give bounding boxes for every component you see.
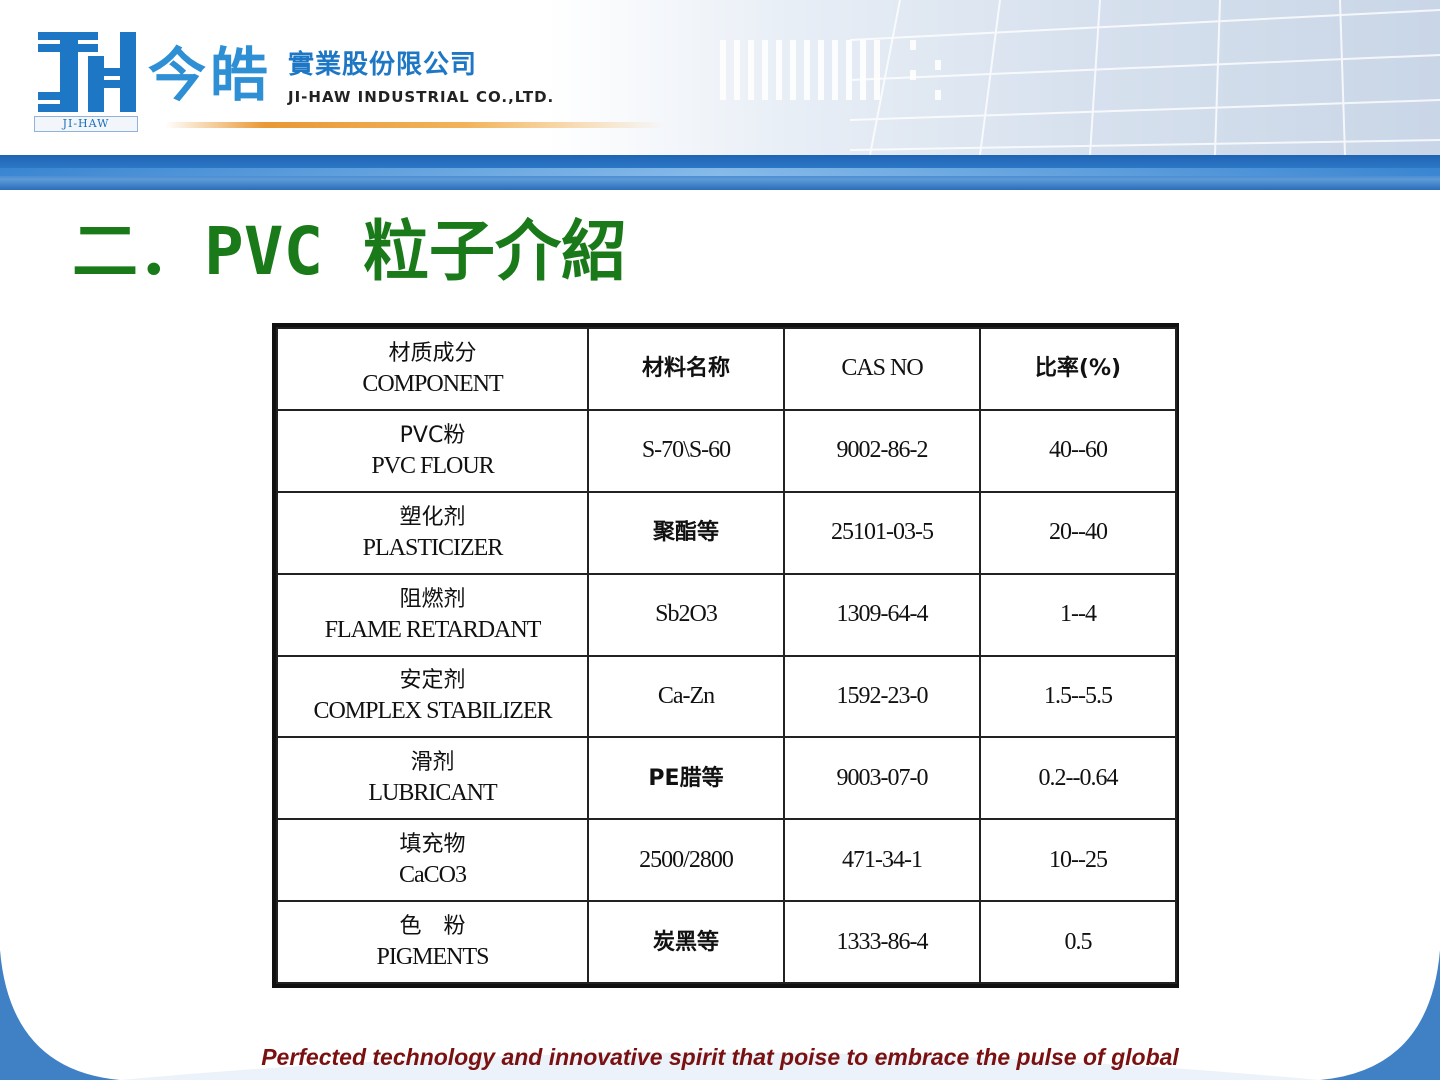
component-cell: 塑化剂 PLASTICIZER xyxy=(276,490,589,575)
component-cell: 滑剂 LUBRICANT xyxy=(276,736,589,821)
ratio-cell: 0.5 xyxy=(979,900,1177,984)
header-component: 材质成分 COMPONENT xyxy=(276,327,589,411)
component-cn: 阻燃剂 xyxy=(399,586,466,612)
material-cell: 聚酯等 xyxy=(587,490,785,575)
company-name-chinese: 實業股份限公司 xyxy=(288,50,478,80)
header-material: 材料名称 xyxy=(587,327,785,411)
table-row: 滑剂 LUBRICANT PE腊等 9003-07-0 0.2--0.64 xyxy=(276,736,1177,821)
component-en: PVC FLOUR xyxy=(371,452,494,479)
header-component-en: COMPONENT xyxy=(362,370,503,397)
jh-logo-icon xyxy=(38,32,136,112)
table-row: 塑化剂 PLASTICIZER 聚酯等 25101-03-5 20--40 xyxy=(276,490,1177,575)
logo-subtitle: JI-HAW xyxy=(34,116,138,132)
company-name-english: JI-HAW INDUSTRIAL CO.,LTD. xyxy=(288,88,555,106)
component-en: FLAME RETARDANT xyxy=(324,616,542,643)
component-cn: 安定剂 xyxy=(399,668,466,694)
ratio-cell: 1--4 xyxy=(979,572,1177,657)
component-en: COMPLEX STABILIZER xyxy=(313,698,552,725)
orange-accent-line xyxy=(165,122,665,128)
component-cn: 色 粉 xyxy=(399,914,466,940)
material-cell: 2500/2800 xyxy=(587,818,785,903)
brand-name-chinese: 今皓 xyxy=(148,41,273,109)
component-en: CaCO3 xyxy=(399,862,467,889)
table-row: 安定剂 COMPLEX STABILIZER Ca-Zn 1592-23-0 1… xyxy=(276,654,1177,739)
component-en: LUBRICANT xyxy=(368,780,497,807)
component-cn: PVC粉 xyxy=(399,422,466,448)
header-ratio: 比率(%) xyxy=(979,327,1177,411)
table-row: 阻燃剂 FLAME RETARDANT Sb2O3 1309-64-4 1--4 xyxy=(276,572,1177,657)
component-cell: PVC粉 PVC FLOUR xyxy=(276,408,589,493)
cas-cell: 471-34-1 xyxy=(783,818,981,903)
component-en: PIGMENTS xyxy=(376,944,489,971)
material-cell: 炭黑等 xyxy=(587,900,785,984)
table-row: 色 粉 PIGMENTS 炭黑等 1333-86-4 0.5 xyxy=(276,900,1177,984)
material-cell: Sb2O3 xyxy=(587,572,785,657)
footer-slogan: Perfected technology and innovative spir… xyxy=(261,1044,1179,1070)
component-cn: 塑化剂 xyxy=(399,504,466,530)
cas-cell: 1333-86-4 xyxy=(783,900,981,984)
component-cell: 阻燃剂 FLAME RETARDANT xyxy=(276,572,589,657)
component-cell: 填充物 CaCO3 xyxy=(276,818,589,903)
cas-cell: 1309-64-4 xyxy=(783,572,981,657)
table-row: 填充物 CaCO3 2500/2800 471-34-1 10--25 xyxy=(276,818,1177,903)
grid-pattern-decoration xyxy=(720,0,1440,155)
cas-cell: 1592-23-0 xyxy=(783,654,981,739)
header-banner: JI-HAW 今皓 實業股份限公司 JI-HAW INDUSTRIAL CO.,… xyxy=(0,0,1440,190)
header-cas: CAS NO xyxy=(783,327,981,411)
cas-cell: 9002-86-2 xyxy=(783,408,981,493)
component-cell: 色 粉 PIGMENTS xyxy=(276,900,589,984)
component-cn: 滑剂 xyxy=(410,750,455,776)
ratio-cell: 20--40 xyxy=(979,490,1177,575)
cas-cell: 25101-03-5 xyxy=(783,490,981,575)
component-en: PLASTICIZER xyxy=(362,534,504,561)
component-cell: 安定剂 COMPLEX STABILIZER xyxy=(276,654,589,739)
material-cell: S-70\S-60 xyxy=(587,408,785,493)
material-cell: Ca-Zn xyxy=(587,654,785,739)
table-header-row: 材质成分 COMPONENT 材料名称 CAS NO 比率(%) xyxy=(276,327,1177,411)
ratio-cell: 1.5--5.5 xyxy=(979,654,1177,739)
header-component-cn: 材质成分 xyxy=(388,340,477,366)
ratio-cell: 10--25 xyxy=(979,818,1177,903)
ratio-cell: 0.2--0.64 xyxy=(979,736,1177,821)
page-title: 二．PVC 粒子介紹 xyxy=(72,213,627,290)
ratio-cell: 40--60 xyxy=(979,408,1177,493)
composition-table: 材质成分 COMPONENT 材料名称 CAS NO 比率(%) PVC粉 PV… xyxy=(272,323,1179,988)
component-cn: 填充物 xyxy=(399,832,466,858)
cas-cell: 9003-07-0 xyxy=(783,736,981,821)
table-row: PVC粉 PVC FLOUR S-70\S-60 9002-86-2 40--6… xyxy=(276,408,1177,493)
material-cell: PE腊等 xyxy=(587,736,785,821)
header-light-stripe xyxy=(0,168,1440,176)
